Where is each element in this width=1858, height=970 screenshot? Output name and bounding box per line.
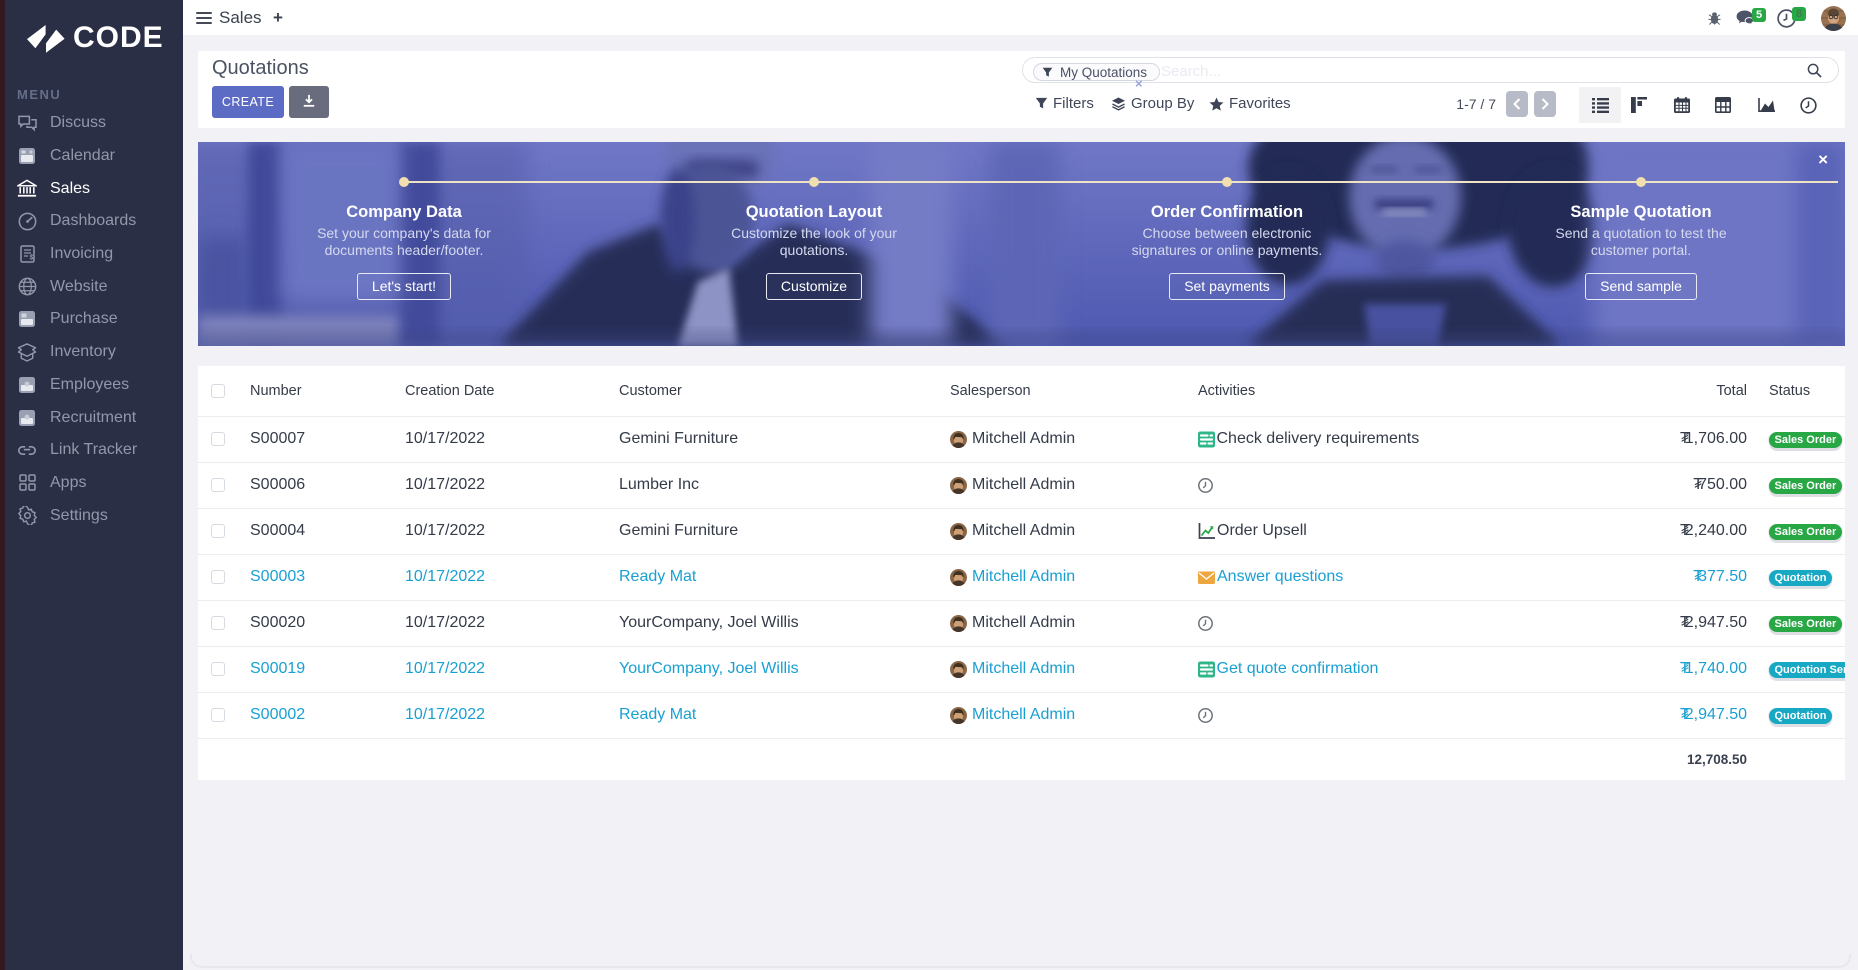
svg-text:$: $ (29, 255, 33, 262)
